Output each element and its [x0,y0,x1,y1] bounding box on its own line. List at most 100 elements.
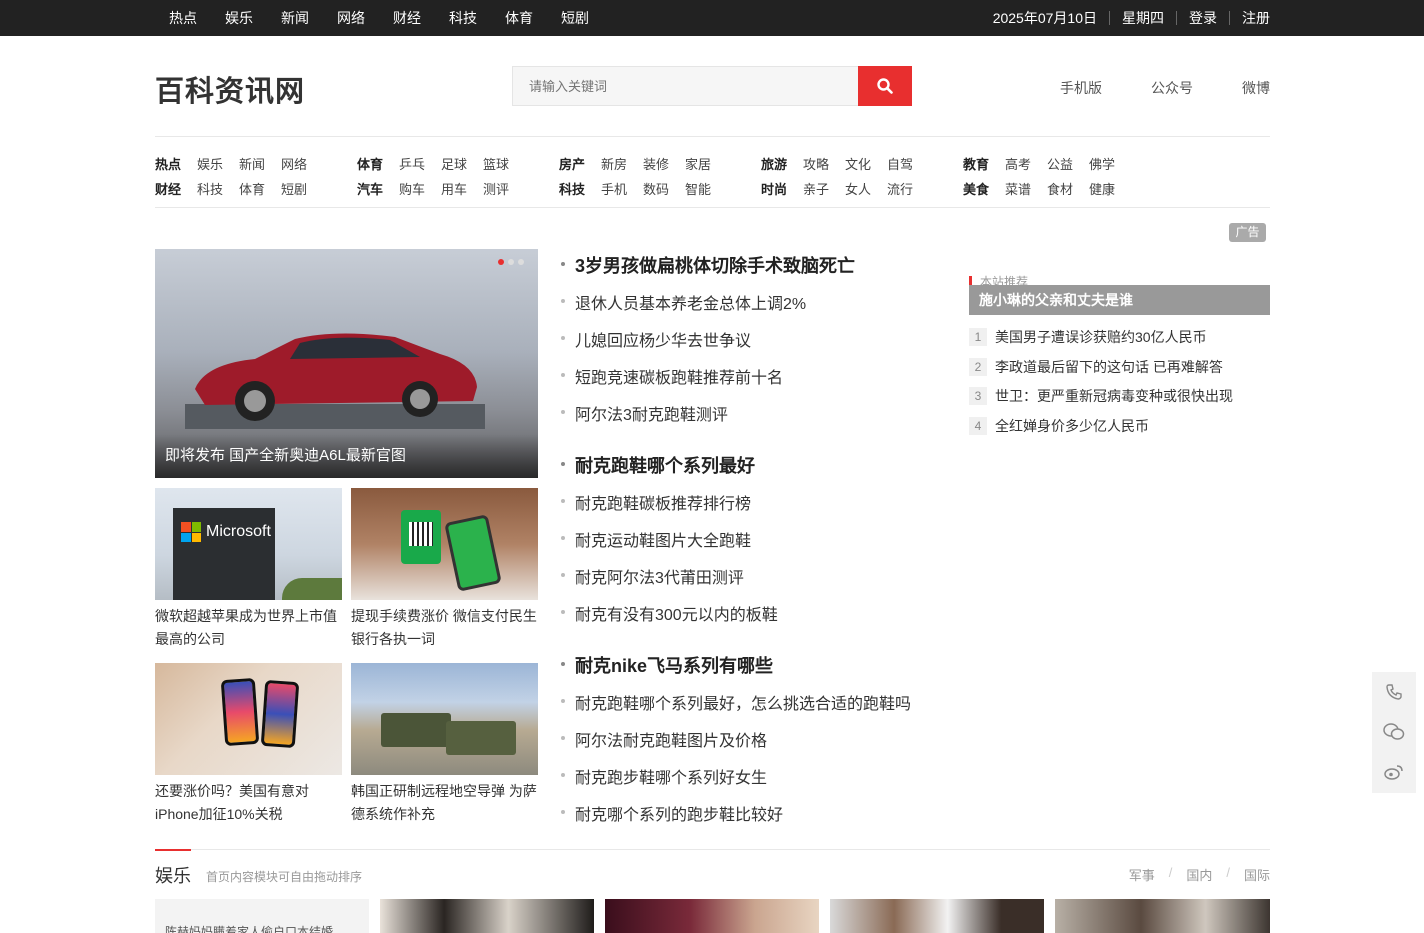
category-link[interactable]: 购车 [399,179,441,198]
top-nav-item[interactable]: 新闻 [267,0,323,36]
news-item[interactable]: 退休人员基本养老金总体上调2% [561,290,806,314]
section-card-image[interactable] [380,899,594,933]
category-link[interactable]: 乒乓 [399,154,441,173]
headline-item[interactable]: 耐克nike飞马系列有哪些 [561,652,773,678]
category-link[interactable]: 测评 [483,179,525,198]
category-link[interactable]: 攻略 [803,154,845,173]
news-thumb-card[interactable]: 提现手续费涨价 微信支付民生银行各执一词 [351,488,538,651]
category-link[interactable]: 美食 [963,179,1005,198]
category-link[interactable]: 手机 [601,179,643,198]
category-link[interactable]: 热点 [155,154,197,173]
news-text[interactable]: 儿媳回应杨少华去世争议 [561,333,751,350]
category-link[interactable]: 足球 [441,154,483,173]
weibo-link[interactable]: 微博 [1242,78,1270,98]
search-input[interactable] [512,66,858,106]
login-link[interactable]: 登录 [1177,11,1229,25]
headline-text[interactable]: 3岁男孩做扁桃体切除手术致脑死亡 [561,256,855,276]
news-text[interactable]: 耐克跑鞋哪个系列最好，怎么挑选合适的跑鞋吗 [561,696,911,713]
category-link[interactable]: 汽车 [357,179,399,198]
rank-text[interactable]: 美国男子遭误诊获赔约30亿人民币 [995,327,1207,347]
search-button[interactable] [858,66,912,106]
headline-text[interactable]: 耐克跑鞋哪个系列最好 [561,456,755,476]
category-link[interactable]: 房产 [559,154,601,173]
category-link[interactable]: 短剧 [281,179,323,198]
top-nav-item[interactable]: 短剧 [547,0,603,36]
category-link[interactable]: 家居 [685,154,727,173]
section-card-caption[interactable]: 陈赫妈妈瞒着家人偷户口本结婚 [155,899,369,933]
section-card-image[interactable] [830,899,1044,933]
news-text[interactable]: 耐克有没有300元以内的板鞋 [561,607,778,624]
news-text[interactable]: 耐克运动鞋图片大全跑鞋 [561,533,751,550]
category-link[interactable]: 智能 [685,179,727,198]
thumb-title[interactable]: 韩国正研制远程地空导弹 为萨德系统作补充 [351,780,538,826]
category-link[interactable]: 体育 [357,154,399,173]
news-item[interactable]: 儿媳回应杨少华去世争议 [561,327,751,351]
news-text[interactable]: 退休人员基本养老金总体上调2% [561,296,806,313]
category-link[interactable]: 装修 [643,154,685,173]
category-link[interactable]: 女人 [845,179,887,198]
mobile-version-link[interactable]: 手机版 [1060,78,1102,98]
category-link[interactable]: 菜谱 [1005,179,1047,198]
news-text[interactable]: 耐克跑鞋碳板推荐排行榜 [561,496,751,513]
category-link[interactable]: 体育 [239,179,281,198]
headline-item[interactable]: 耐克跑鞋哪个系列最好 [561,452,755,478]
carousel-dot[interactable] [518,259,524,265]
official-account-link[interactable]: 公众号 [1151,78,1193,98]
news-item[interactable]: 耐克哪个系列的跑步鞋比较好 [561,801,783,825]
news-item[interactable]: 短跑竞速碳板跑鞋推荐前十名 [561,364,783,388]
news-item[interactable]: 耐克运动鞋图片大全跑鞋 [561,527,751,551]
news-item[interactable]: 耐克跑鞋碳板推荐排行榜 [561,490,751,514]
category-link[interactable]: 数码 [643,179,685,198]
category-link[interactable]: 佛学 [1089,154,1131,173]
category-link[interactable]: 网络 [281,154,323,173]
category-link[interactable]: 亲子 [803,179,845,198]
category-link[interactable]: 新闻 [239,154,281,173]
top-nav-item[interactable]: 网络 [323,0,379,36]
news-text[interactable]: 耐克哪个系列的跑步鞋比较好 [561,807,783,824]
hero-caption[interactable]: 即将发布 国产全新奥迪A6L最新官图 [155,434,538,478]
news-text[interactable]: 阿尔法耐克跑鞋图片及价格 [561,733,767,750]
news-item[interactable]: 耐克跑鞋哪个系列最好，怎么挑选合适的跑鞋吗 [561,690,911,714]
section-tab[interactable]: 国际 [1244,865,1270,884]
category-link[interactable]: 健康 [1089,179,1131,198]
category-link[interactable]: 高考 [1005,154,1047,173]
headline-item[interactable]: 3岁男孩做扁桃体切除手术致脑死亡 [561,252,855,278]
news-thumb-card[interactable]: Microsoft 微软超越苹果成为世界上市值最高的公司 [155,488,342,651]
rank-text[interactable]: 世卫：更严重新冠病毒变种或很快出现 [995,386,1233,406]
news-text[interactable]: 阿尔法3耐克跑鞋测评 [561,407,728,424]
category-link[interactable]: 科技 [197,179,239,198]
rank-text[interactable]: 全红婵身价多少亿人民币 [995,416,1149,436]
thumb-title[interactable]: 微软超越苹果成为世界上市值最高的公司 [155,605,342,651]
section-card[interactable]: 陈赫妈妈瞒着家人偷户口本结婚 [155,899,369,933]
category-link[interactable]: 时尚 [761,179,803,198]
news-item[interactable]: 耐克有没有300元以内的板鞋 [561,601,778,625]
news-item[interactable]: 阿尔法3耐克跑鞋测评 [561,401,728,425]
category-link[interactable]: 教育 [963,154,1005,173]
thumb-title[interactable]: 还要涨价吗？美国有意对iPhone加征10%关税 [155,780,342,826]
section-card-image[interactable] [1055,899,1270,933]
rank-item[interactable]: 3 世卫：更严重新冠病毒变种或很快出现 [969,386,1270,406]
category-link[interactable]: 娱乐 [197,154,239,173]
category-link[interactable]: 篮球 [483,154,525,173]
category-link[interactable]: 文化 [845,154,887,173]
thumb-title[interactable]: 提现手续费涨价 微信支付民生银行各执一词 [351,605,538,651]
category-link[interactable]: 食材 [1047,179,1089,198]
site-logo[interactable]: 百科资讯网 [155,68,305,110]
carousel-dot[interactable] [498,259,504,265]
section-tab[interactable]: 军事 [1129,865,1155,884]
carousel-dot[interactable] [508,259,514,265]
rank-item[interactable]: 1 美国男子遭误诊获赔约30亿人民币 [969,327,1270,347]
top-nav-item[interactable]: 体育 [491,0,547,36]
news-thumb-card[interactable]: 韩国正研制远程地空导弹 为萨德系统作补充 [351,663,538,826]
news-text[interactable]: 短跑竞速碳板跑鞋推荐前十名 [561,370,783,387]
register-link[interactable]: 注册 [1230,11,1270,25]
recommend-banner[interactable]: 施小琳的父亲和丈夫是谁 [969,285,1270,315]
news-item[interactable]: 阿尔法耐克跑鞋图片及价格 [561,727,767,751]
wechat-button[interactable] [1372,712,1416,752]
category-link[interactable]: 自驾 [887,154,929,173]
category-link[interactable]: 公益 [1047,154,1089,173]
section-card-image[interactable] [605,899,819,933]
top-nav-item[interactable]: 财经 [379,0,435,36]
category-link[interactable]: 科技 [559,179,601,198]
section-tab[interactable]: 国内 [1186,865,1212,884]
